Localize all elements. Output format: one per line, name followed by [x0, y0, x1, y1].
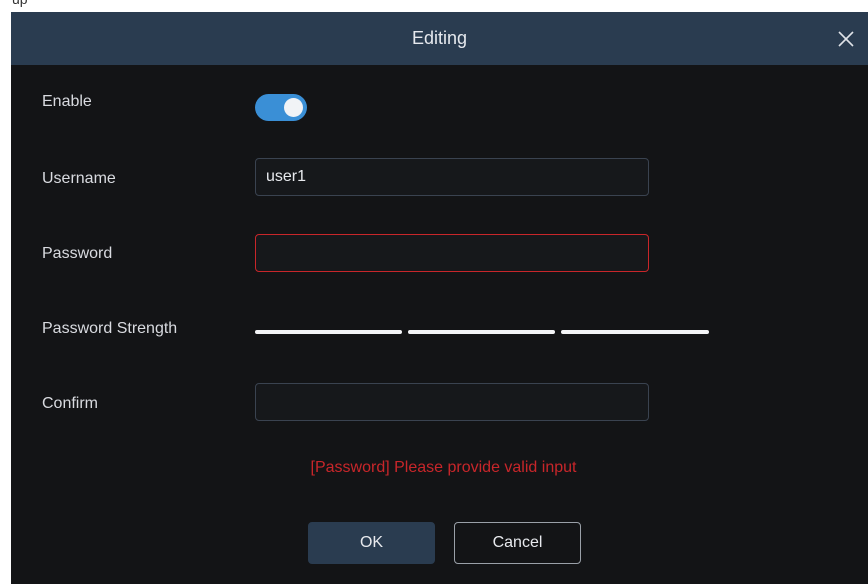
validation-error-message: [Password] Please provide valid input [310, 459, 577, 476]
password-label: Password [42, 245, 113, 262]
ok-button[interactable]: OK [308, 522, 435, 564]
confirm-input[interactable] [255, 383, 649, 421]
close-button[interactable] [831, 24, 861, 54]
password-input[interactable] [255, 234, 649, 272]
strength-segment-strong [561, 330, 709, 334]
password-strength-label: Password Strength [42, 320, 178, 337]
cancel-button[interactable]: Cancel [454, 522, 581, 564]
editing-dialog: Editing Enable Username user1 Password P… [11, 12, 868, 584]
enable-toggle[interactable] [255, 94, 307, 121]
dialog-titlebar: Editing [11, 12, 868, 65]
strength-segment-medium [408, 330, 555, 334]
confirm-label: Confirm [42, 395, 99, 412]
toggle-knob [284, 98, 303, 117]
username-label: Username [42, 170, 116, 187]
dialog-title: Editing [411, 28, 468, 48]
enable-label: Enable [42, 93, 92, 110]
username-input[interactable]: user1 [255, 158, 649, 196]
strength-segment-weak [255, 330, 402, 334]
close-icon [838, 31, 854, 47]
background-text: up [12, 0, 28, 7]
screen: up Editing Enable Username user1 Passwor… [0, 0, 868, 584]
